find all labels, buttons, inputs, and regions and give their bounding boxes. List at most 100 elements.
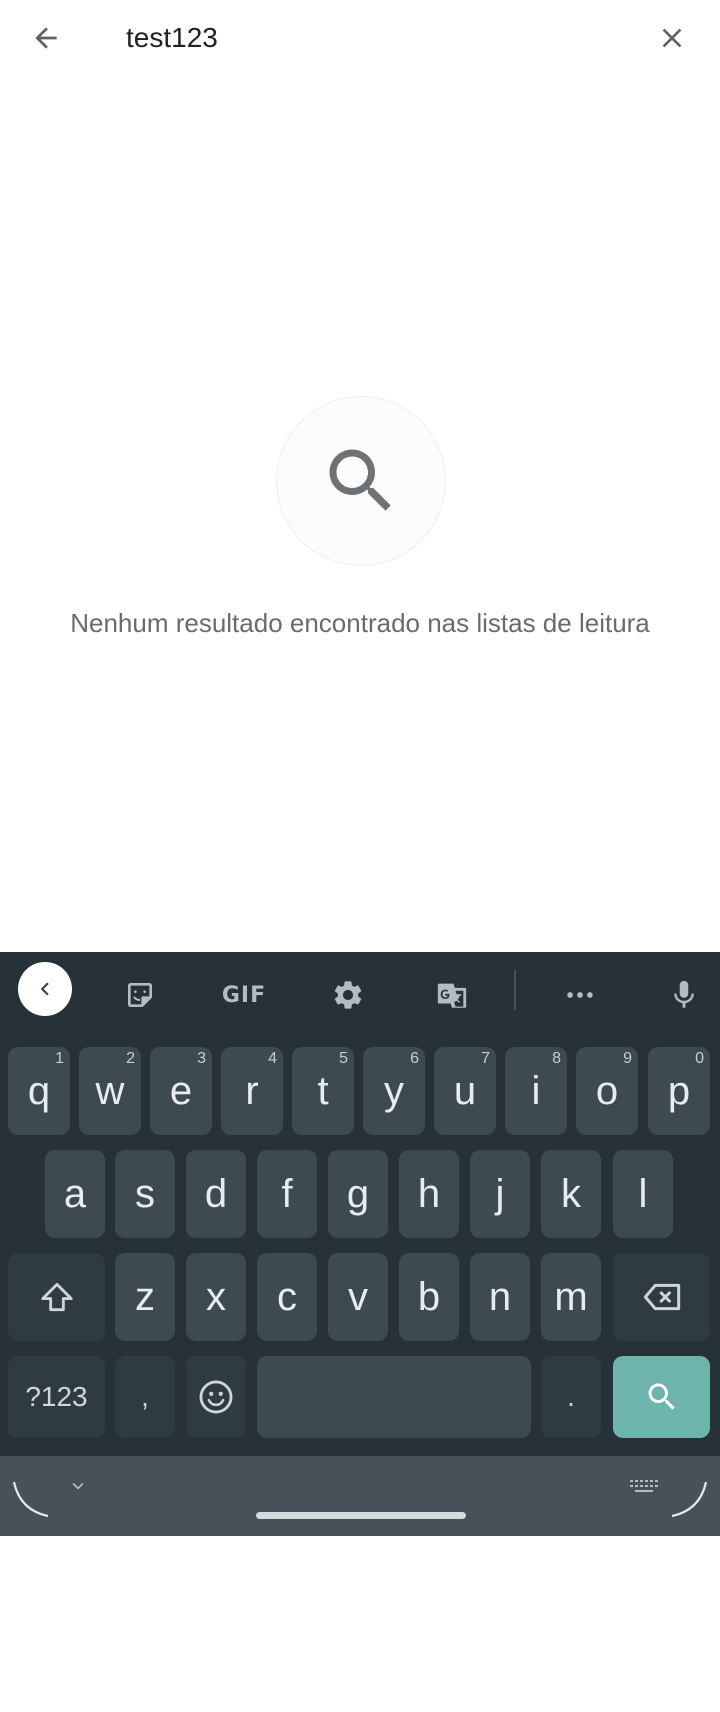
key-hint: 0 — [695, 1050, 704, 1067]
key-y[interactable]: y6 — [363, 1047, 425, 1135]
keyboard-toolbar: GIF — [0, 952, 720, 1038]
back-button[interactable] — [20, 16, 72, 60]
home-indicator[interactable] — [256, 1512, 466, 1519]
corner-right-icon — [671, 1481, 708, 1518]
key-s[interactable]: s — [115, 1150, 175, 1238]
key-label: o — [595, 1068, 619, 1113]
period-key[interactable]: . — [541, 1356, 601, 1438]
search-icon — [648, 1383, 675, 1410]
microphone-icon — [674, 980, 694, 1008]
key-u[interactable]: u7 — [434, 1047, 496, 1135]
key-label: s — [135, 1171, 155, 1216]
comma-key[interactable]: , — [115, 1356, 175, 1438]
backspace-icon — [643, 1283, 680, 1311]
more-horizontal-icon — [567, 992, 593, 998]
key-v[interactable]: v — [328, 1253, 388, 1341]
key-label: e — [169, 1068, 193, 1113]
key-hint: 8 — [552, 1050, 561, 1067]
translate-icon — [437, 983, 467, 1008]
comma-label: , — [141, 1381, 149, 1412]
key-hint: 6 — [410, 1050, 419, 1067]
translate-button[interactable] — [424, 967, 480, 1023]
key-label: x — [206, 1274, 226, 1319]
key-label: k — [561, 1171, 581, 1216]
key-label: y — [384, 1068, 404, 1113]
arrow-left-icon — [35, 27, 57, 49]
more-options-button[interactable] — [552, 967, 608, 1023]
key-o[interactable]: o9 — [576, 1047, 638, 1135]
key-label: h — [417, 1171, 441, 1216]
on-screen-keyboard: GIF q1 w2 e3 r4 t5 y6 u7 i8 o9 p0 a s d … — [0, 952, 720, 1536]
key-t[interactable]: t5 — [292, 1047, 354, 1135]
backspace-key[interactable] — [613, 1253, 710, 1341]
key-hint: 9 — [623, 1050, 632, 1067]
key-label: b — [417, 1274, 441, 1319]
shift-icon — [40, 1282, 73, 1312]
key-label: c — [277, 1274, 297, 1319]
key-w[interactable]: w2 — [79, 1047, 141, 1135]
switch-keyboard-button[interactable] — [628, 1476, 660, 1500]
key-n[interactable]: n — [470, 1253, 530, 1341]
emoji-icon — [199, 1380, 233, 1414]
key-label: w — [95, 1068, 125, 1113]
search-query-text[interactable]: test123 — [126, 18, 218, 58]
key-label: p — [667, 1068, 691, 1113]
keyboard-collapse-button[interactable] — [18, 962, 72, 1016]
key-label: m — [554, 1274, 588, 1319]
key-label: v — [348, 1274, 368, 1319]
key-label: z — [135, 1274, 155, 1319]
search-key[interactable] — [613, 1356, 710, 1438]
hide-keyboard-button[interactable] — [64, 1472, 92, 1500]
sticker-button[interactable] — [112, 967, 168, 1023]
key-label: f — [281, 1171, 293, 1216]
key-m[interactable]: m — [541, 1253, 601, 1341]
key-label: i — [531, 1068, 541, 1113]
empty-state-message: Nenhum resultado encontrado nas listas d… — [70, 608, 650, 638]
key-label: r — [245, 1068, 259, 1113]
empty-state-illustration — [276, 396, 446, 566]
emoji-key[interactable] — [186, 1356, 246, 1438]
key-label: j — [495, 1171, 505, 1216]
key-i[interactable]: i8 — [505, 1047, 567, 1135]
key-label: n — [488, 1274, 512, 1319]
clear-search-button[interactable] — [646, 16, 698, 60]
key-hint: 3 — [197, 1050, 206, 1067]
key-hint: 1 — [55, 1050, 64, 1067]
shift-key[interactable] — [8, 1253, 105, 1341]
gear-icon — [334, 981, 362, 1009]
key-j[interactable]: j — [470, 1150, 530, 1238]
key-q[interactable]: q1 — [8, 1047, 70, 1135]
key-p[interactable]: p0 — [648, 1047, 710, 1135]
key-label: t — [317, 1068, 329, 1113]
sticker-icon — [128, 983, 152, 1007]
key-hint: 2 — [126, 1050, 135, 1067]
symbols-key[interactable]: ?123 — [8, 1356, 105, 1438]
key-g[interactable]: g — [328, 1150, 388, 1238]
symbols-label: ?123 — [25, 1381, 88, 1412]
search-header: test123 — [0, 0, 720, 80]
key-x[interactable]: x — [186, 1253, 246, 1341]
close-icon — [662, 28, 682, 48]
gif-label: GIF — [221, 982, 267, 1008]
voice-input-button[interactable] — [656, 967, 712, 1023]
chevron-left-icon — [40, 982, 49, 996]
key-b[interactable]: b — [399, 1253, 459, 1341]
key-a[interactable]: a — [45, 1150, 105, 1238]
key-f[interactable]: f — [257, 1150, 317, 1238]
key-z[interactable]: z — [115, 1253, 175, 1341]
keyboard-settings-button[interactable] — [320, 967, 376, 1023]
gif-button[interactable]: GIF — [214, 967, 274, 1023]
key-l[interactable]: l — [613, 1150, 673, 1238]
key-hint: 7 — [481, 1050, 490, 1067]
navigation-bar — [0, 1456, 720, 1536]
key-e[interactable]: e3 — [150, 1047, 212, 1135]
key-label: u — [453, 1068, 477, 1113]
key-d[interactable]: d — [186, 1150, 246, 1238]
key-h[interactable]: h — [399, 1150, 459, 1238]
chevron-down-icon — [72, 1482, 84, 1490]
key-label: q — [27, 1068, 51, 1113]
key-r[interactable]: r4 — [221, 1047, 283, 1135]
space-key[interactable] — [257, 1356, 531, 1438]
key-k[interactable]: k — [541, 1150, 601, 1238]
key-c[interactable]: c — [257, 1253, 317, 1341]
